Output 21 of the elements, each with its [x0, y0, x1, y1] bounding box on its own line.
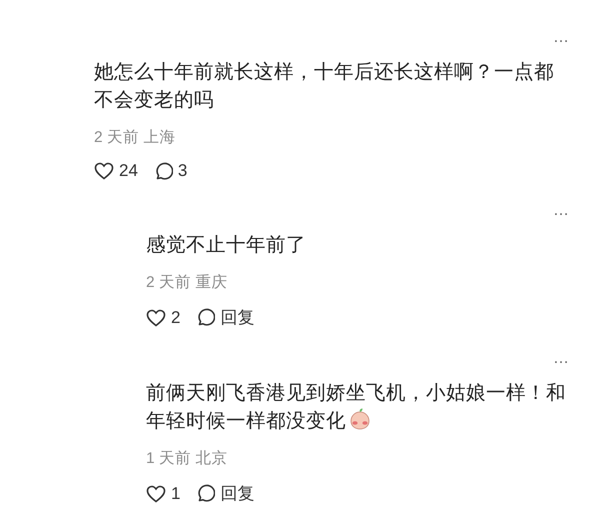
comment-text: 她怎么十年前就长这样，十年后还长这样啊？一点都不会变老的吗 — [94, 60, 555, 113]
reply-button[interactable]: 3 — [154, 161, 188, 181]
like-button[interactable]: 2 — [146, 308, 180, 328]
heart-icon — [146, 484, 166, 502]
comment-text: 前俩天刚飞香港见到娇坐飞机，小姑娘一样！和年轻时候一样都没变化 — [146, 381, 567, 434]
heart-icon — [146, 308, 166, 326]
like-button[interactable]: 1 — [146, 484, 180, 504]
comment-meta: 2 天前 重庆 — [146, 273, 228, 293]
comment-meta: 1 天前 北京 — [146, 449, 228, 469]
more-button[interactable]: … — [553, 203, 570, 219]
comment-meta: 2 天前 上海 — [94, 128, 176, 148]
comment-icon — [154, 162, 173, 180]
comment-icon — [196, 308, 216, 327]
reply-button[interactable]: 回复 — [196, 306, 254, 329]
more-button[interactable]: … — [553, 351, 570, 367]
more-button[interactable]: … — [553, 30, 570, 46]
heart-icon — [94, 162, 114, 180]
like-button[interactable]: 24 — [94, 161, 138, 181]
reply-button[interactable]: 回复 — [196, 482, 254, 505]
comment-icon — [196, 484, 216, 503]
comment-text: 感觉不止十年前了 — [146, 233, 307, 258]
